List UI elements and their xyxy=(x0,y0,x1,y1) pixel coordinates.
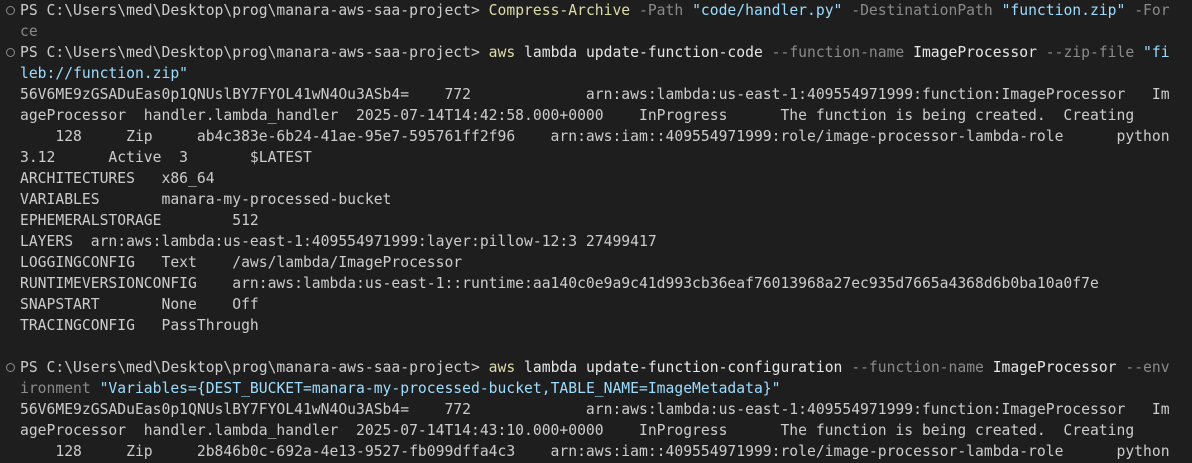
output-line: EPHEMERALSTORAGE 512 xyxy=(20,210,1192,231)
command-decoration-icon[interactable] xyxy=(6,6,15,15)
line-token: -For xyxy=(1125,2,1170,19)
line-token: 128 Zip ab4c383e-6b24-41ae-95e7-595761ff… xyxy=(20,128,1170,145)
line-token: ARCHITECTURES x86_64 xyxy=(20,170,215,187)
prompt-line: PS C:\Users\med\Desktop\prog\manara-aws-… xyxy=(20,0,1192,21)
line-token: PS C:\Users\med\Desktop\prog\manara-aws-… xyxy=(20,2,489,19)
output-line: ageProcessor handler.lambda_handler 2025… xyxy=(20,420,1192,441)
terminal-output[interactable]: PS C:\Users\med\Desktop\prog\manara-aws-… xyxy=(0,0,1192,463)
line-token: --env xyxy=(1125,359,1170,376)
command-decoration-icon[interactable] xyxy=(6,48,15,57)
line-token: "code/handler.py" xyxy=(692,2,843,19)
output-line: ironment "Variables={DEST_BUCKET=manara-… xyxy=(20,378,1192,399)
line-token: --function-name xyxy=(851,359,984,376)
line-token: RUNTIMEVERSIONCONFIG arn:aws:lambda:us-e… xyxy=(20,275,1099,292)
output-line: 56V6ME9zGSADuEas0p1QNUslBY7FYOL41wN4Ou3A… xyxy=(20,84,1192,105)
output-line: LAYERS arn:aws:lambda:us-east-1:40955497… xyxy=(20,231,1192,252)
line-token: ironment xyxy=(20,380,100,397)
output-line: SNAPSTART None Off xyxy=(20,294,1192,315)
line-token: TRACINGCONFIG PassThrough xyxy=(20,317,259,334)
line-token: --zip-file xyxy=(1045,44,1135,61)
output-line: 128 Zip ab4c383e-6b24-41ae-95e7-595761ff… xyxy=(20,126,1192,147)
output-line: ARCHITECTURES x86_64 xyxy=(20,168,1192,189)
line-token: PS C:\Users\med\Desktop\prog\manara-aws-… xyxy=(20,359,489,376)
line-token: PS C:\Users\med\Desktop\prog\manara-aws-… xyxy=(20,44,489,61)
output-line: ageProcessor handler.lambda_handler 2025… xyxy=(20,105,1192,126)
line-token: --function-name xyxy=(771,44,905,61)
output-line: LOGGINGCONFIG Text /aws/lambda/ImageProc… xyxy=(20,252,1192,273)
line-token: "Variables={DEST_BUCKET=manara-my-proces… xyxy=(99,380,781,397)
line-token: 56V6ME9zGSADuEas0p1QNUslBY7FYOL41wN4Ou3A… xyxy=(20,401,1170,418)
line-token: Compress-Archive xyxy=(488,2,631,19)
command-decoration-icon[interactable] xyxy=(6,363,15,372)
line-token: ageProcessor handler.lambda_handler 2025… xyxy=(20,422,1135,439)
line-token: ageProcessor handler.lambda_handler 2025… xyxy=(20,107,1135,124)
line-token: aws xyxy=(488,44,516,61)
prompt-line: PS C:\Users\med\Desktop\prog\manara-aws-… xyxy=(20,357,1192,378)
line-token: lambda update-function-code xyxy=(515,44,772,61)
output-line: 56V6ME9zGSADuEas0p1QNUslBY7FYOL41wN4Ou3A… xyxy=(20,399,1192,420)
line-token: 56V6ME9zGSADuEas0p1QNUslBY7FYOL41wN4Ou3A… xyxy=(20,86,1170,103)
output-line: ce xyxy=(20,21,1192,42)
line-token: LAYERS arn:aws:lambda:us-east-1:40955497… xyxy=(20,233,657,250)
line-token: -Path xyxy=(630,2,693,19)
line-token: "function.zip" xyxy=(1001,2,1126,19)
line-token: lambda update-function-configuration xyxy=(515,359,852,376)
prompt-line: PS C:\Users\med\Desktop\prog\manara-aws-… xyxy=(20,42,1192,63)
output-line: leb://function.zip" xyxy=(20,63,1192,84)
line-token: 3.12 Active 3 $LATEST xyxy=(20,149,312,166)
line-token: VARIABLES manara-my-processed-bucket xyxy=(20,191,392,208)
line-token: -DestinationPath xyxy=(842,2,1002,19)
line-token: 128 Zip 2b846b0c-692a-4e13-9527-fb099dff… xyxy=(20,443,1170,460)
output-line: RUNTIMEVERSIONCONFIG arn:aws:lambda:us-e… xyxy=(20,273,1192,294)
line-token: ImageProcessor xyxy=(983,359,1126,376)
line-token: aws xyxy=(488,359,516,376)
output-line: 128 Zip 2b846b0c-692a-4e13-9527-fb099dff… xyxy=(20,441,1192,462)
line-token: EPHEMERALSTORAGE 512 xyxy=(20,212,259,229)
output-line: TRACINGCONFIG PassThrough xyxy=(20,315,1192,336)
line-token: ImageProcessor xyxy=(904,44,1046,61)
line-token: LOGGINGCONFIG Text /aws/lambda/ImageProc… xyxy=(20,254,463,271)
output-line: VARIABLES manara-my-processed-bucket xyxy=(20,189,1192,210)
line-token: "fi xyxy=(1134,44,1170,61)
line-token: ce xyxy=(20,23,38,40)
output-line: 3.12 Active 3 $LATEST xyxy=(20,147,1192,168)
line-token: leb://function.zip" xyxy=(20,65,189,82)
line-token: SNAPSTART None Off xyxy=(20,296,259,313)
